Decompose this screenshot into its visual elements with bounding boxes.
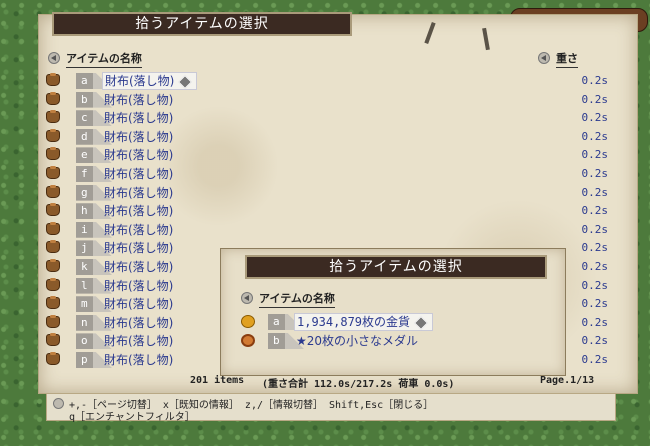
item-weight: 0.2s: [581, 278, 609, 292]
page-indicator: Page.1/13: [540, 375, 595, 386]
wallet-icon: [46, 91, 60, 105]
item-weight: 0.2s: [581, 148, 609, 162]
item-name[interactable]: 財布(落し物): [102, 203, 175, 219]
item-name[interactable]: 財布(落し物): [102, 147, 175, 163]
item-weight: 0.2s: [581, 129, 609, 143]
wallet-icon: [46, 277, 60, 291]
wallet-icon: [46, 184, 60, 198]
wallet-icon: [46, 203, 60, 217]
help-bar: +,-［ページ切替］ x［既知の情報］ z,/［情報切替］ Shift,Esc［…: [46, 393, 616, 423]
item-row[interactable]: f 財布(落し物) 0.2s: [46, 165, 608, 183]
item-name[interactable]: 財布(落し物): [102, 129, 175, 145]
item-name[interactable]: 財布(落し物): [102, 166, 175, 182]
item-name[interactable]: 財布(落し物): [102, 240, 175, 256]
item-weight: 0.2s: [581, 315, 609, 329]
popup-sort-icon[interactable]: [241, 292, 253, 304]
item-row[interactable]: h 財布(落し物) 0.2s: [46, 202, 608, 220]
wallet-icon: [46, 333, 60, 347]
item-weight: 0.2s: [581, 204, 609, 218]
item-name[interactable]: 財布(落し物): [102, 185, 175, 201]
item-row[interactable]: d 財布(落し物) 0.2s: [46, 128, 608, 146]
item-weight: 0.2s: [581, 111, 609, 125]
item-row[interactable]: g 財布(落し物) 0.2s: [46, 184, 608, 202]
popup-window: 拾うアイテムの選択 アイテムの名称 a 1,934,879枚の金貨 b ★20枚の小さ…: [220, 248, 566, 376]
help-line-2: q［エンチャントフィルタ］: [69, 412, 195, 423]
item-row[interactable]: b 財布(落し物) 0.2s: [46, 91, 608, 109]
item-row[interactable]: c 財布(落し物) 0.2s: [46, 109, 608, 127]
window-title: 拾うアイテムの選択: [52, 12, 352, 36]
column-header-weight[interactable]: 重さ: [556, 50, 578, 68]
item-name[interactable]: 財布(落し物): [102, 352, 175, 368]
gold-coin-icon: [241, 315, 255, 328]
item-name[interactable]: 財布(落し物): [102, 278, 175, 294]
item-name[interactable]: 財布(落し物): [102, 333, 175, 349]
popup-item-row[interactable]: b ★20枚の小さなメダル: [241, 332, 561, 350]
wallet-icon: [46, 166, 60, 179]
wallet-icon: [46, 73, 60, 86]
item-name[interactable]: 財布(落し物): [102, 259, 175, 275]
item-name[interactable]: 財布(落し物): [102, 110, 175, 126]
item-name[interactable]: 財布(落し物): [102, 315, 175, 331]
item-name[interactable]: 財布(落し物): [102, 296, 175, 312]
wallet-icon: [46, 296, 60, 310]
item-row[interactable]: e 財布(落し物) 0.2s: [46, 146, 608, 164]
item-weight: 0.2s: [581, 260, 609, 273]
item-weight: 0.2s: [581, 353, 609, 366]
weight-summary: (重さ合計 112.0s/217.2s 荷車 0.0s): [262, 379, 455, 390]
column-header-name[interactable]: アイテムの名称: [66, 50, 142, 68]
wallet-icon: [46, 352, 60, 365]
item-name[interactable]: 財布(落し物): [102, 72, 198, 90]
wallet-icon: [46, 314, 60, 328]
item-name[interactable]: 財布(落し物): [102, 222, 175, 238]
wallet-icon: [46, 240, 60, 254]
sort-weight-icon[interactable]: [538, 52, 550, 64]
hint-icon: [53, 398, 64, 409]
popup-item-row[interactable]: a 1,934,879枚の金貨: [241, 313, 561, 331]
popup-column-header-name[interactable]: アイテムの名称: [259, 290, 335, 308]
item-row[interactable]: a 財布(落し物) 0.2s: [46, 72, 608, 90]
item-weight: 0.2s: [581, 241, 609, 255]
item-weight: 0.2s: [581, 334, 609, 348]
item-weight: 0.2s: [581, 167, 609, 180]
item-name[interactable]: 財布(落し物): [102, 92, 175, 108]
item-weight: 0.2s: [581, 74, 609, 87]
popup-title: 拾うアイテムの選択: [245, 255, 547, 279]
item-weight: 0.2s: [581, 92, 609, 106]
item-weight: 0.2s: [581, 185, 609, 199]
item-count: 201 items: [190, 375, 245, 386]
popup-item-name[interactable]: 1,934,879枚の金貨: [294, 313, 434, 331]
wallet-icon: [46, 221, 60, 235]
item-weight: 0.2s: [581, 222, 609, 236]
wallet-icon: [46, 259, 60, 272]
item-row[interactable]: i 財布(落し物) 0.2s: [46, 221, 608, 239]
popup-item-name[interactable]: ★20枚の小さなメダル: [294, 333, 420, 349]
sort-name-icon[interactable]: [48, 52, 60, 64]
wallet-icon: [46, 110, 60, 124]
wallet-icon: [46, 128, 60, 142]
wallet-icon: [46, 147, 60, 161]
small-medal-icon: [241, 334, 255, 347]
item-weight: 0.2s: [581, 297, 609, 311]
